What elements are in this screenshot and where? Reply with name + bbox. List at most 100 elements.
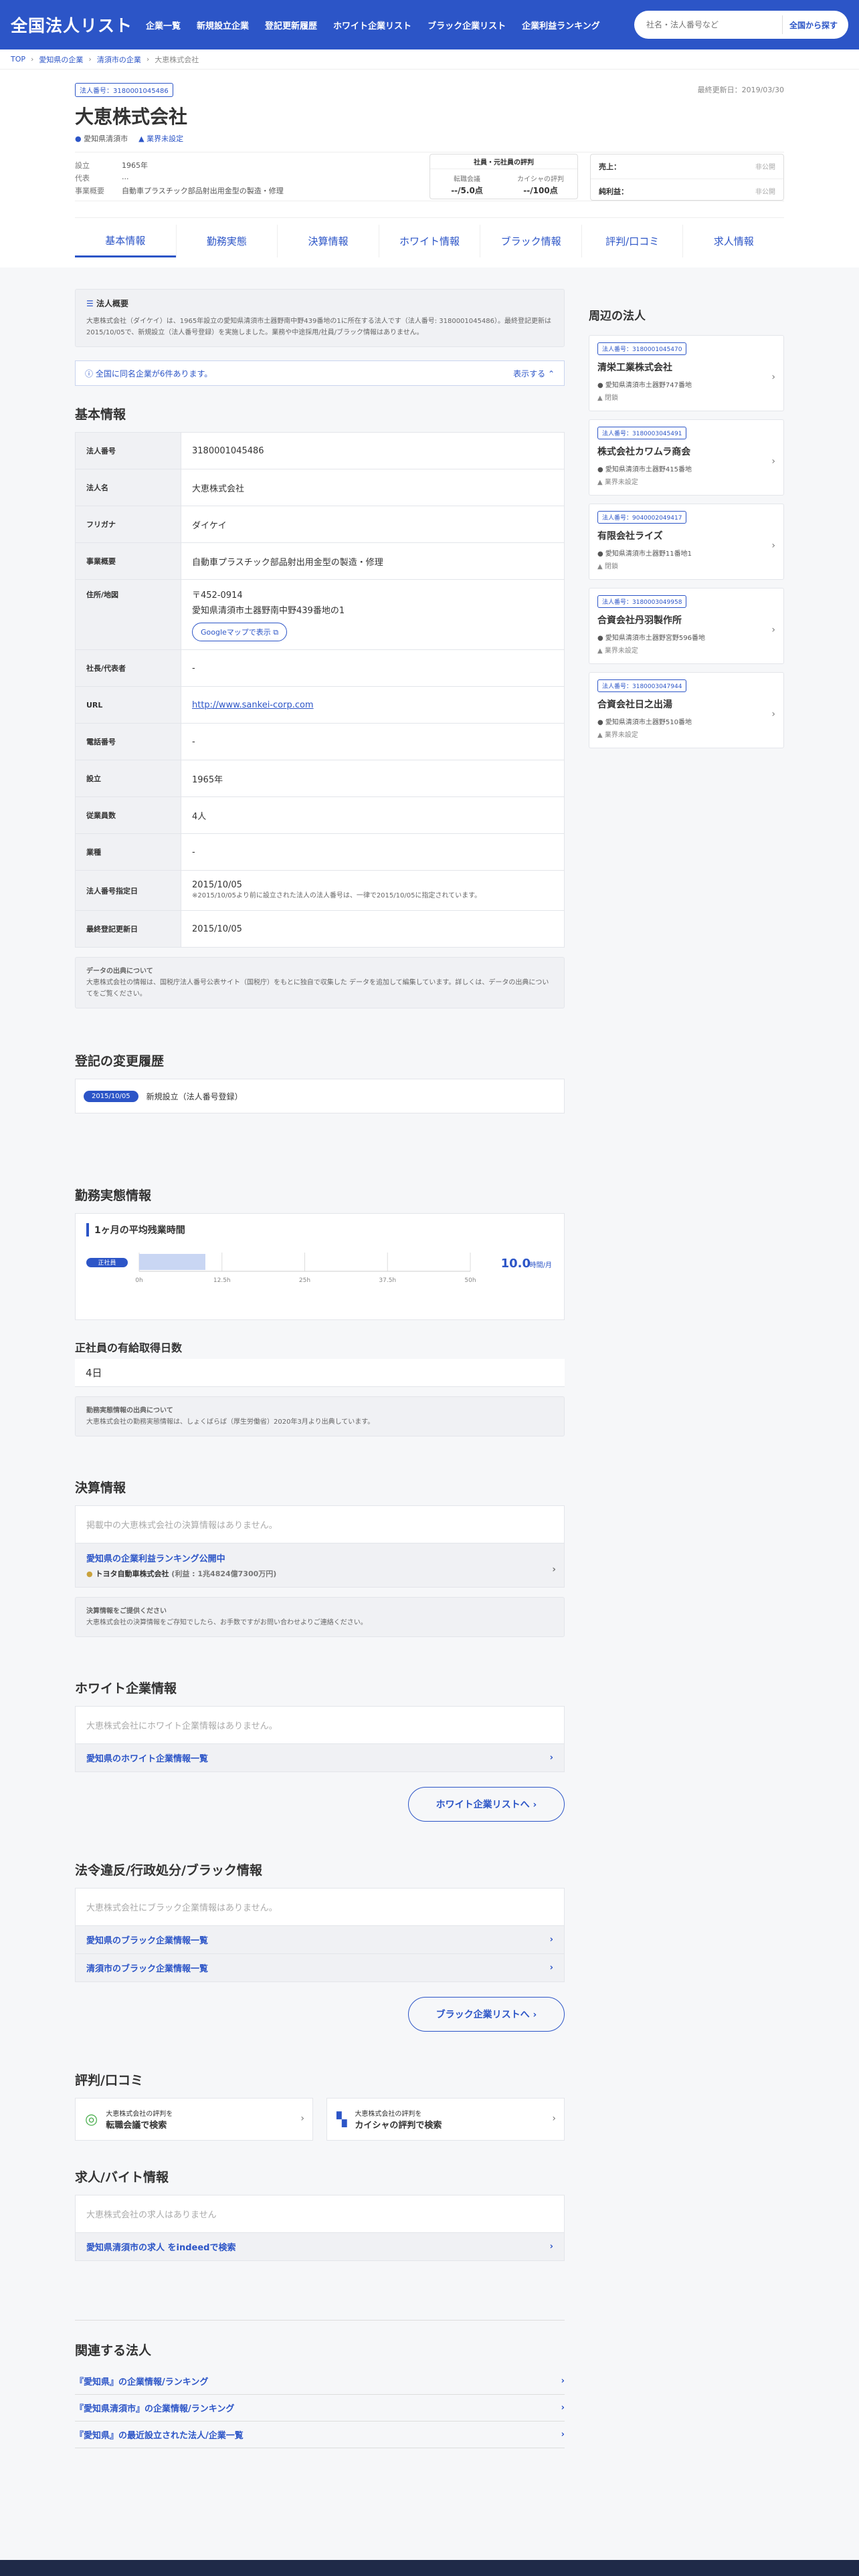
overview-text: 大恵株式会社（ダイケイ）は、1965年設立の愛知県清須市土器野南中野439番地の… bbox=[86, 318, 551, 336]
chevron-right-icon: › bbox=[771, 708, 775, 720]
designation-note: ※2015/10/05より前に設立された法人の法人番号は、一律で2015/10/… bbox=[192, 891, 482, 899]
address: 愛知県清須市土器野南中野439番地の1 bbox=[192, 606, 345, 616]
nav-profit-ranking[interactable]: 企業利益ランキング bbox=[514, 19, 608, 31]
work-source-box: 勤務実態情報の出典について 大恵株式会社の勤務実態情報は、しょくばらば（厚生労働… bbox=[75, 1396, 565, 1436]
overtime-title: 1ヶ月の平均残業時間 bbox=[86, 1223, 553, 1237]
eval-tenshoku: 転職会議 --/5.0点 bbox=[451, 176, 483, 195]
nearby-company[interactable]: 法人番号：3180003047944 合資会社日之出湯 ● 愛知県清須市土器野510… bbox=[589, 672, 784, 748]
nearby-company[interactable]: 法人番号：3180003045491 株式会社カワムラ商会 ● 愛知県清須市土器野4… bbox=[589, 419, 784, 496]
header: 全国法人リスト 企業一覧 新規設立企業 登記更新履歴 ホワイト企業リスト ブラッ… bbox=[0, 0, 859, 49]
same-name-notice[interactable]: ⓘ 全国に同名企業が6件あります。 表示する ⌃ bbox=[75, 360, 565, 386]
tenshoku-search-card[interactable]: ◎ 大恵株式会社の評判を 転職会議で検索 › bbox=[75, 2098, 313, 2141]
overtime-bar bbox=[139, 1254, 205, 1270]
related-link-new[interactable]: 『愛知県』の最近設立された法人/企業一覧 › bbox=[75, 2422, 565, 2448]
nearby-company[interactable]: 法人番号：9040002049417 有限会社ライズ ● 愛知県清須市土器野11番地… bbox=[589, 504, 784, 580]
nav-registry-history[interactable]: 登記更新履歴 bbox=[257, 19, 325, 31]
search-button[interactable]: 全国から探す bbox=[781, 15, 844, 34]
rank-medal-icon: ● bbox=[86, 1570, 93, 1578]
history-date: 2015/10/05 bbox=[84, 1090, 138, 1102]
tick-label: 12.5h bbox=[213, 1277, 231, 1284]
tick-label: 50h bbox=[464, 1277, 476, 1284]
nav-black-list[interactable]: ブラック企業リスト bbox=[419, 19, 514, 31]
nearby-company[interactable]: 法人番号：3180003049958 合資会社丹羽製作所 ● 愛知県清須市土器野宮野… bbox=[589, 588, 784, 664]
tenshoku-logo-icon: ◎ bbox=[85, 2111, 98, 2128]
indeed-link[interactable]: 愛知県清須市の求人 をindeedで検索 › bbox=[76, 2232, 564, 2260]
nav-new-companies[interactable]: 新規設立企業 bbox=[189, 19, 257, 31]
search-input[interactable] bbox=[646, 20, 782, 29]
profit-value: 非公開 bbox=[755, 189, 775, 196]
chevron-right-icon: › bbox=[549, 1935, 553, 1945]
tab-black[interactable]: ブラック情報 bbox=[480, 225, 581, 257]
white-list-link[interactable]: 愛知県のホワイト企業情報一覧 › bbox=[76, 1743, 564, 1772]
rep-label: 代表 bbox=[75, 174, 90, 183]
white-list-button[interactable]: ホワイト企業リストへ › bbox=[408, 1787, 565, 1822]
chevron-right-icon: › bbox=[552, 1564, 556, 1576]
overtime-card: 1ヶ月の平均残業時間 0h 12.5h 25h 37.5h 50h 正社員 10.0 時間/月 bbox=[75, 1213, 565, 1320]
table-row: 電話番号 - bbox=[75, 723, 565, 760]
google-map-button[interactable]: Googleマップで表示 ⧉ bbox=[192, 623, 288, 641]
black-card: 大恵株式会社にブラック企業情報はありません。 愛知県のブラック企業情報一覧 › 清… bbox=[75, 1888, 565, 1982]
tab-review[interactable]: 評判/口コミ bbox=[581, 225, 683, 257]
company-url[interactable]: http://www.sankei-corp.com bbox=[192, 700, 314, 710]
info-icon: ⓘ bbox=[85, 368, 94, 379]
finance-empty: 掲載中の大恵株式会社の決算情報はありません。 bbox=[86, 1521, 278, 1531]
main-column: ☰ 法人概要 大恵株式会社（ダイケイ）は、1965年設立の愛知県清須市土器野南中… bbox=[75, 289, 565, 2448]
review-title: 評判/口コミ bbox=[75, 2073, 143, 2088]
basic-title: 基本情報 bbox=[75, 407, 126, 422]
kaisha-search-card[interactable]: ▚ 大恵株式会社の評判を カイシャの評判で検索 › bbox=[326, 2098, 565, 2141]
nav-white-list[interactable]: ホワイト企業リスト bbox=[325, 19, 419, 31]
related-link-pref[interactable]: 『愛知県』の企業情報/ランキング › bbox=[75, 2368, 565, 2395]
site-logo[interactable]: 全国法人リスト bbox=[11, 13, 138, 37]
breadcrumb-pref[interactable]: 愛知県の企業 bbox=[39, 54, 83, 65]
nearby-title: 周辺の法人 bbox=[589, 310, 646, 323]
breadcrumb-top[interactable]: TOP bbox=[11, 55, 25, 64]
global-nav: 企業一覧 新規設立企業 登記更新履歴 ホワイト企業リスト ブラック企業リスト 企… bbox=[138, 19, 608, 31]
breadcrumb-city[interactable]: 清須市の企業 bbox=[97, 54, 141, 65]
founded-value: 1965年 bbox=[122, 161, 148, 170]
tick-label: 37.5h bbox=[379, 1277, 396, 1284]
related-link-city[interactable]: 『愛知県清須市』の企業情報/ランキング › bbox=[75, 2395, 565, 2422]
founded-label: 設立 bbox=[75, 161, 90, 170]
tab-white[interactable]: ホワイト情報 bbox=[378, 225, 480, 257]
postal-code: 〒452-0914 bbox=[192, 591, 243, 601]
location: ● 愛知県清須市 bbox=[75, 134, 128, 143]
kaisha-logo-icon: ▚ bbox=[337, 2111, 347, 2127]
history-item: 2015/10/05 新規設立（法人番号登録） bbox=[75, 1079, 565, 1113]
chevron-right-icon: › bbox=[552, 2113, 556, 2124]
history-event: 新規設立（法人番号登録） bbox=[146, 1091, 243, 1101]
evaluation-title: 社員・元社員の評判 bbox=[430, 154, 577, 169]
black-pref-link[interactable]: 愛知県のブラック企業情報一覧 › bbox=[76, 1925, 564, 1953]
tab-finance[interactable]: 決算情報 bbox=[277, 225, 379, 257]
overview-box: ☰ 法人概要 大恵株式会社（ダイケイ）は、1965年設立の愛知県清須市土器野南中… bbox=[75, 289, 565, 347]
sales-label: 売上： bbox=[599, 163, 621, 171]
sales-value: 非公開 bbox=[755, 164, 775, 171]
tab-jobs[interactable]: 求人情報 bbox=[682, 225, 784, 257]
white-card: 大恵株式会社にホワイト企業情報はありません。 愛知県のホワイト企業情報一覧 › bbox=[75, 1706, 565, 1772]
notice-toggle[interactable]: 表示する ⌃ bbox=[513, 368, 555, 379]
black-list-button[interactable]: ブラック企業リストへ › bbox=[408, 1997, 565, 2032]
tab-work[interactable]: 勤務実態 bbox=[175, 225, 278, 257]
black-title: 法令違反/行政処分/ブラック情報 bbox=[75, 1863, 262, 1878]
table-row: URL http://www.sankei-corp.com bbox=[75, 686, 565, 724]
profit-ranking-link[interactable]: 愛知県の企業利益ランキング公開中 ● トヨタ自動車株式会社 (利益 : 1兆48… bbox=[76, 1543, 564, 1587]
finance-card: 掲載中の大恵株式会社の決算情報はありません。 愛知県の企業利益ランキング公開中 … bbox=[75, 1505, 565, 1588]
white-title: ホワイト企業情報 bbox=[75, 1681, 177, 1696]
footer bbox=[0, 2560, 859, 2576]
holiday-title: 正社員の有給取得日数 bbox=[75, 1341, 183, 1354]
rep-value: ... bbox=[122, 173, 129, 181]
black-city-link[interactable]: 清須市のブラック企業情報一覧 › bbox=[76, 1953, 564, 1981]
nav-company-list[interactable]: 企業一覧 bbox=[138, 19, 189, 31]
nearby-company[interactable]: 法人番号：3180001045470 清栄工業株式会社 ● 愛知県清須市土器野747… bbox=[589, 335, 784, 411]
business-label: 事業概要 bbox=[75, 187, 104, 195]
history-title: 登記の変更履歴 bbox=[75, 1054, 165, 1069]
finance-summary: 売上： 非公開 純利益： 非公開 bbox=[590, 154, 784, 201]
pin-icon: ● bbox=[75, 134, 82, 143]
eval-kaisha: カイシャの評判 --/100点 bbox=[517, 176, 564, 195]
tab-basic[interactable]: 基本情報 bbox=[75, 225, 176, 257]
jobs-title: 求人/バイト情報 bbox=[75, 2170, 169, 2185]
chevron-right-icon: › bbox=[771, 371, 775, 383]
list-icon: ☰ bbox=[86, 299, 94, 308]
tick-label: 0h bbox=[135, 1277, 142, 1284]
corporate-number-badge: 法人番号：3180001045486 bbox=[75, 83, 173, 97]
industry-link[interactable]: ▲ 業界未設定 bbox=[138, 133, 183, 144]
